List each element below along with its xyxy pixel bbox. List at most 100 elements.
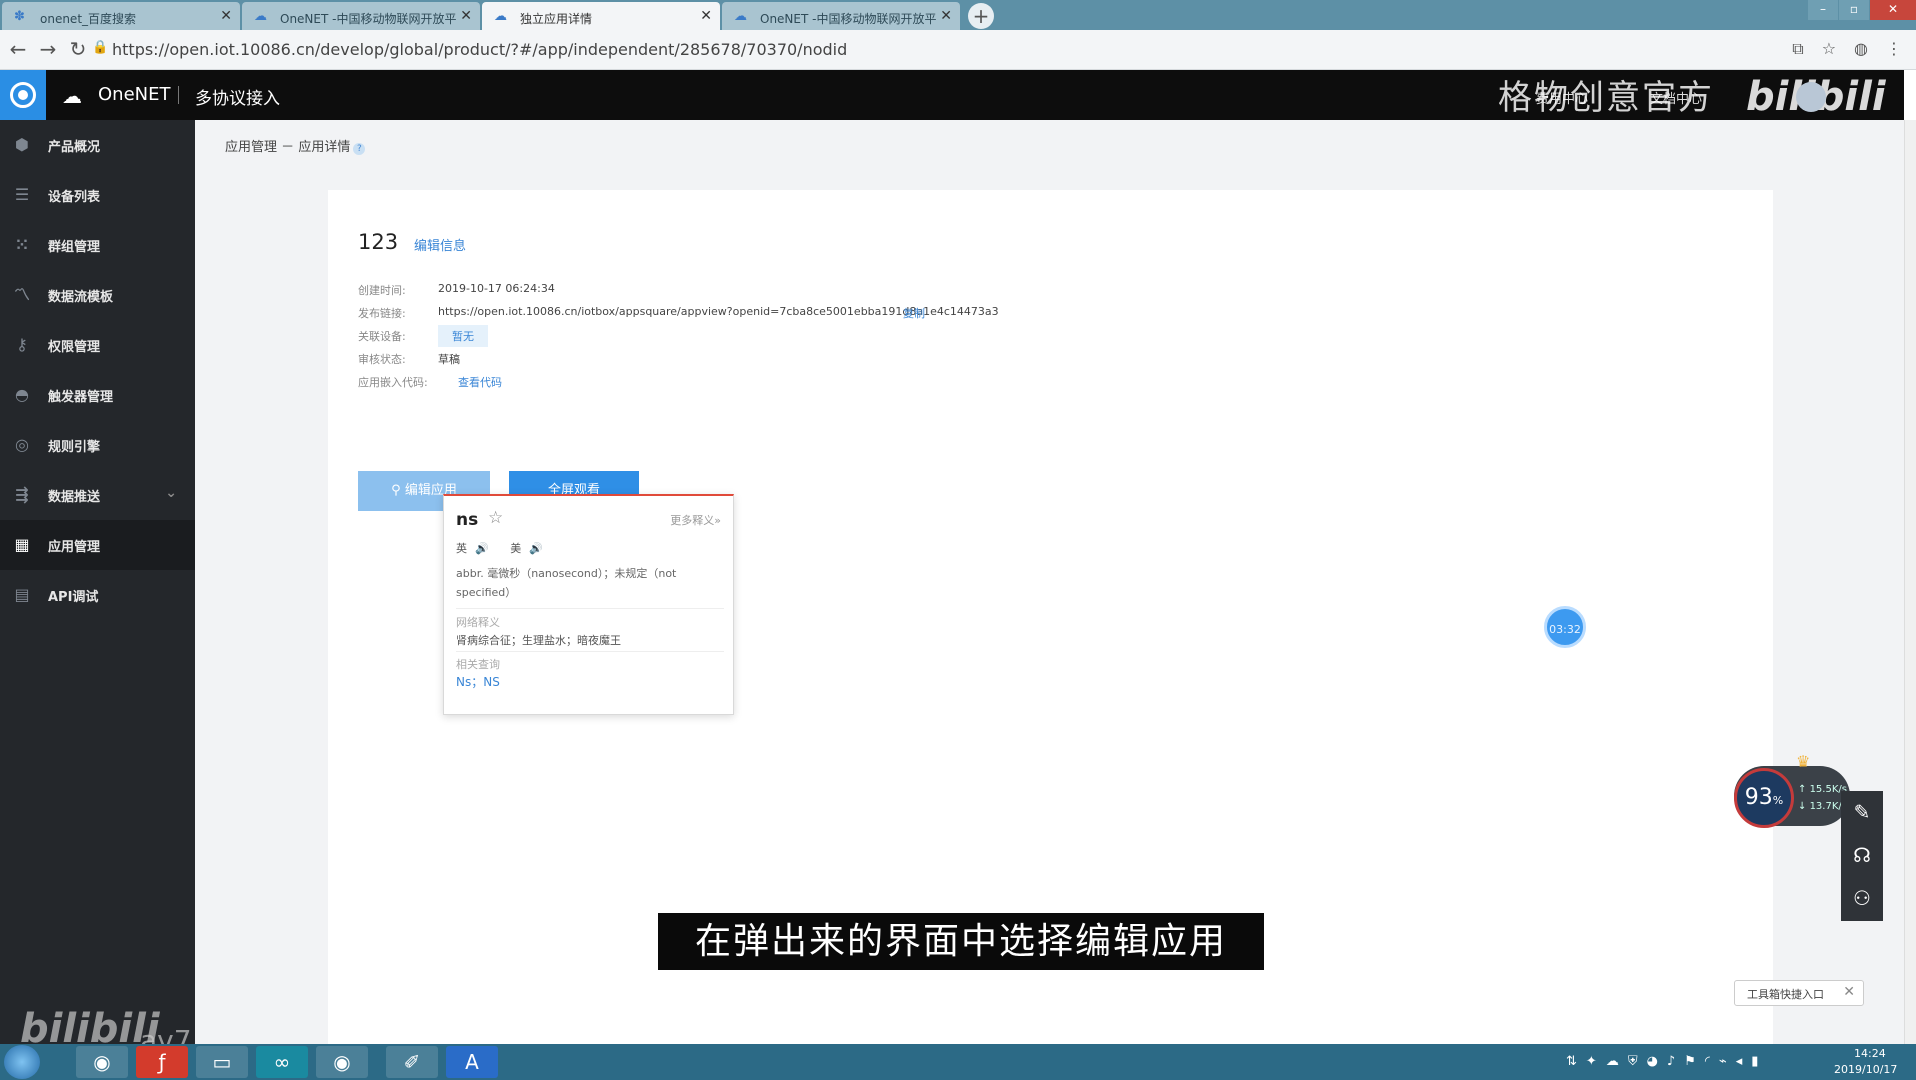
extension-icon[interactable]: ◍ (1854, 39, 1868, 59)
close-icon[interactable]: ✕ (940, 8, 952, 24)
toolbox-shortcut[interactable]: 工具箱快捷入口 ✕ (1734, 980, 1864, 1006)
toolbox-shortcut-label: 工具箱快捷入口 (1747, 988, 1824, 1001)
browser-tab[interactable]: ✽ onenet_百度搜索 ✕ (2, 2, 240, 30)
wifi-icon[interactable]: ◜ (1705, 1054, 1710, 1069)
sidebar-item-api[interactable]: ▤ API调试 (0, 570, 195, 620)
breadcrumb-parent[interactable]: 应用管理 (225, 140, 277, 155)
browser-tab-active[interactable]: ☁ 独立应用详情 ✕ (482, 2, 720, 30)
new-tab-button[interactable]: + (968, 3, 994, 29)
chrome-icon[interactable]: ◉ (76, 1046, 128, 1078)
popup-word: ns (456, 510, 479, 530)
sidebar-item-apps[interactable]: ▦ 应用管理 (0, 520, 195, 570)
edit-info-link[interactable]: 编辑信息 (414, 235, 466, 254)
app-inventor-icon[interactable]: A (446, 1046, 498, 1078)
browser-tab[interactable]: ☁ OneNET -中国移动物联网开放平 ✕ (722, 2, 960, 30)
maximize-button[interactable]: ▫ (1839, 0, 1869, 20)
sidebar-item-label: 权限管理 (48, 340, 101, 355)
volume-icon[interactable]: ◂ (1736, 1054, 1743, 1069)
window-controls: – ▫ ✕ (1807, 0, 1916, 20)
sidebar-item-groups[interactable]: ⁙ 群组管理 (0, 220, 195, 270)
sidebar-item-datastream[interactable]: 〽 数据流模板 (0, 270, 195, 320)
menu-icon[interactable]: ⋮ (1886, 39, 1902, 59)
chrome-icon[interactable]: ◉ (316, 1046, 368, 1078)
power-icon[interactable]: ⌁ (1719, 1054, 1727, 1069)
channel-watermark: 格物创意官方 (1498, 78, 1714, 118)
close-icon[interactable]: ✕ (220, 8, 232, 24)
window-close-button[interactable]: ✕ (1870, 0, 1916, 20)
sidebar-item-overview[interactable]: ⬢ 产品概况 (0, 120, 195, 170)
reload-icon[interactable]: ↻ (66, 38, 90, 62)
editor-icon[interactable]: ✐ (386, 1046, 438, 1078)
sidebar-item-label: 产品概况 (48, 140, 101, 155)
clock-date[interactable]: 2019/10/17 (1834, 1063, 1897, 1076)
speaker-icon[interactable]: 🔊 (475, 542, 489, 555)
sidebar-item-triggers[interactable]: ◓ 触发器管理 (0, 370, 195, 420)
browser-tabbar: ✽ onenet_百度搜索 ✕ ☁ OneNET -中国移动物联网开放平 ✕ ☁… (0, 0, 1916, 30)
sidebar-item-label: 群组管理 (48, 240, 101, 255)
phonetics: 英 🔊 美 🔊 (456, 540, 561, 556)
bell-icon[interactable]: ♪ (1667, 1054, 1675, 1069)
cloud-icon[interactable]: ☁ (1606, 1054, 1619, 1069)
memory-percent[interactable]: 93% (1734, 768, 1794, 828)
breadcrumb-current: 应用详情 (298, 140, 351, 155)
sidebar-item-label: 触发器管理 (48, 390, 114, 405)
sidebar-item-rules[interactable]: ◎ 规则引擎 (0, 420, 195, 470)
start-button[interactable] (4, 1045, 40, 1079)
dictionary-popup: ns ☆ 更多释义» 英 🔊 美 🔊 abbr. 毫微秒（nanosecond）；未… (443, 494, 734, 715)
brand-name[interactable]: OneNET (98, 84, 170, 105)
flag-icon[interactable]: ⚑ (1684, 1054, 1696, 1069)
help-icon[interactable]: ? (353, 143, 366, 155)
speaker-icon[interactable]: 🔊 (529, 542, 543, 555)
scrollbar[interactable] (1904, 120, 1916, 1044)
breadcrumb: 应用管理 － 应用详情? (225, 136, 366, 155)
timer-bubble[interactable]: 03:32 (1544, 606, 1586, 648)
sidebar-item-label: 数据流模板 (48, 290, 114, 305)
close-icon[interactable]: ✕ (700, 8, 712, 24)
folder-icon[interactable]: ▭ (196, 1046, 248, 1078)
sidebar-item-push[interactable]: ⇶ 数据推送 ⌄ (0, 470, 195, 520)
signal-icon[interactable]: ▮ (1751, 1054, 1758, 1069)
network-icon[interactable]: ⇅ (1566, 1054, 1577, 1069)
sidebar-item-devices[interactable]: ☰ 设备列表 (0, 170, 195, 220)
publish-link-label: 发布链接: (358, 307, 406, 320)
percent-value: 93 (1744, 785, 1773, 810)
app-header: ☁ OneNET 多协议接入 费用中心 文档中心 格物创意官方 bilibili (0, 70, 1904, 120)
browser-tab[interactable]: ☁ OneNET -中国移动物联网开放平 ✕ (242, 2, 480, 30)
related-links[interactable]: Ns；NS (456, 673, 500, 690)
headset-icon[interactable]: ☊ (1841, 834, 1883, 877)
minimize-button[interactable]: – (1808, 0, 1838, 20)
star-icon[interactable]: ☆ (1822, 39, 1836, 59)
qq-icon[interactable]: ◕ (1647, 1054, 1658, 1069)
avatar[interactable] (1796, 82, 1826, 112)
star-icon[interactable]: ☆ (488, 508, 503, 528)
sidebar-item-permissions[interactable]: ⚷ 权限管理 (0, 320, 195, 370)
product-name: 多协议接入 (195, 89, 280, 109)
web-definitions-title: 网络释义 (456, 616, 500, 629)
popup-definition: abbr. 毫微秒（nanosecond）；未规定（not specified） (456, 567, 677, 599)
close-icon[interactable]: ✕ (460, 8, 472, 24)
grid-dots-icon: ⁙ (15, 235, 29, 254)
shield-icon[interactable]: ⛨ (1628, 1054, 1638, 1069)
url-field[interactable]: https://open.iot.10086.cn/develop/global… (112, 40, 847, 59)
translate-icon[interactable]: ⧉ (1792, 39, 1803, 59)
flash-icon[interactable]: ƒ (136, 1046, 188, 1078)
status-label: 审核状态: (358, 353, 406, 366)
view-code-link[interactable]: 查看代码 (458, 374, 502, 390)
user-icon[interactable]: ⚇ (1841, 877, 1883, 920)
close-icon[interactable]: ✕ (1843, 984, 1855, 1000)
cloud-icon: ☁ (734, 9, 747, 24)
upload-speed: ↑ 15.5K/s (1798, 784, 1847, 795)
address-bar: ← → ↻ 🔒 https://open.iot.10086.cn/develo… (0, 30, 1916, 70)
device-label: 关联设备: (358, 330, 406, 343)
bird-icon[interactable]: ✦ (1586, 1054, 1597, 1069)
back-icon[interactable]: ← (6, 38, 30, 62)
copy-link[interactable]: 复制 (903, 305, 925, 321)
forward-icon[interactable]: → (36, 38, 60, 62)
paw-icon: ✽ (14, 9, 25, 24)
pen-icon[interactable]: ✎ (1841, 791, 1883, 834)
app-logo[interactable] (0, 70, 46, 120)
clock-time[interactable]: 14:24 (1854, 1047, 1886, 1060)
more-definitions-link[interactable]: 更多释义» (670, 512, 721, 528)
chevron-down-icon: ⌄ (165, 485, 177, 501)
arduino-icon[interactable]: ∞ (256, 1046, 308, 1078)
